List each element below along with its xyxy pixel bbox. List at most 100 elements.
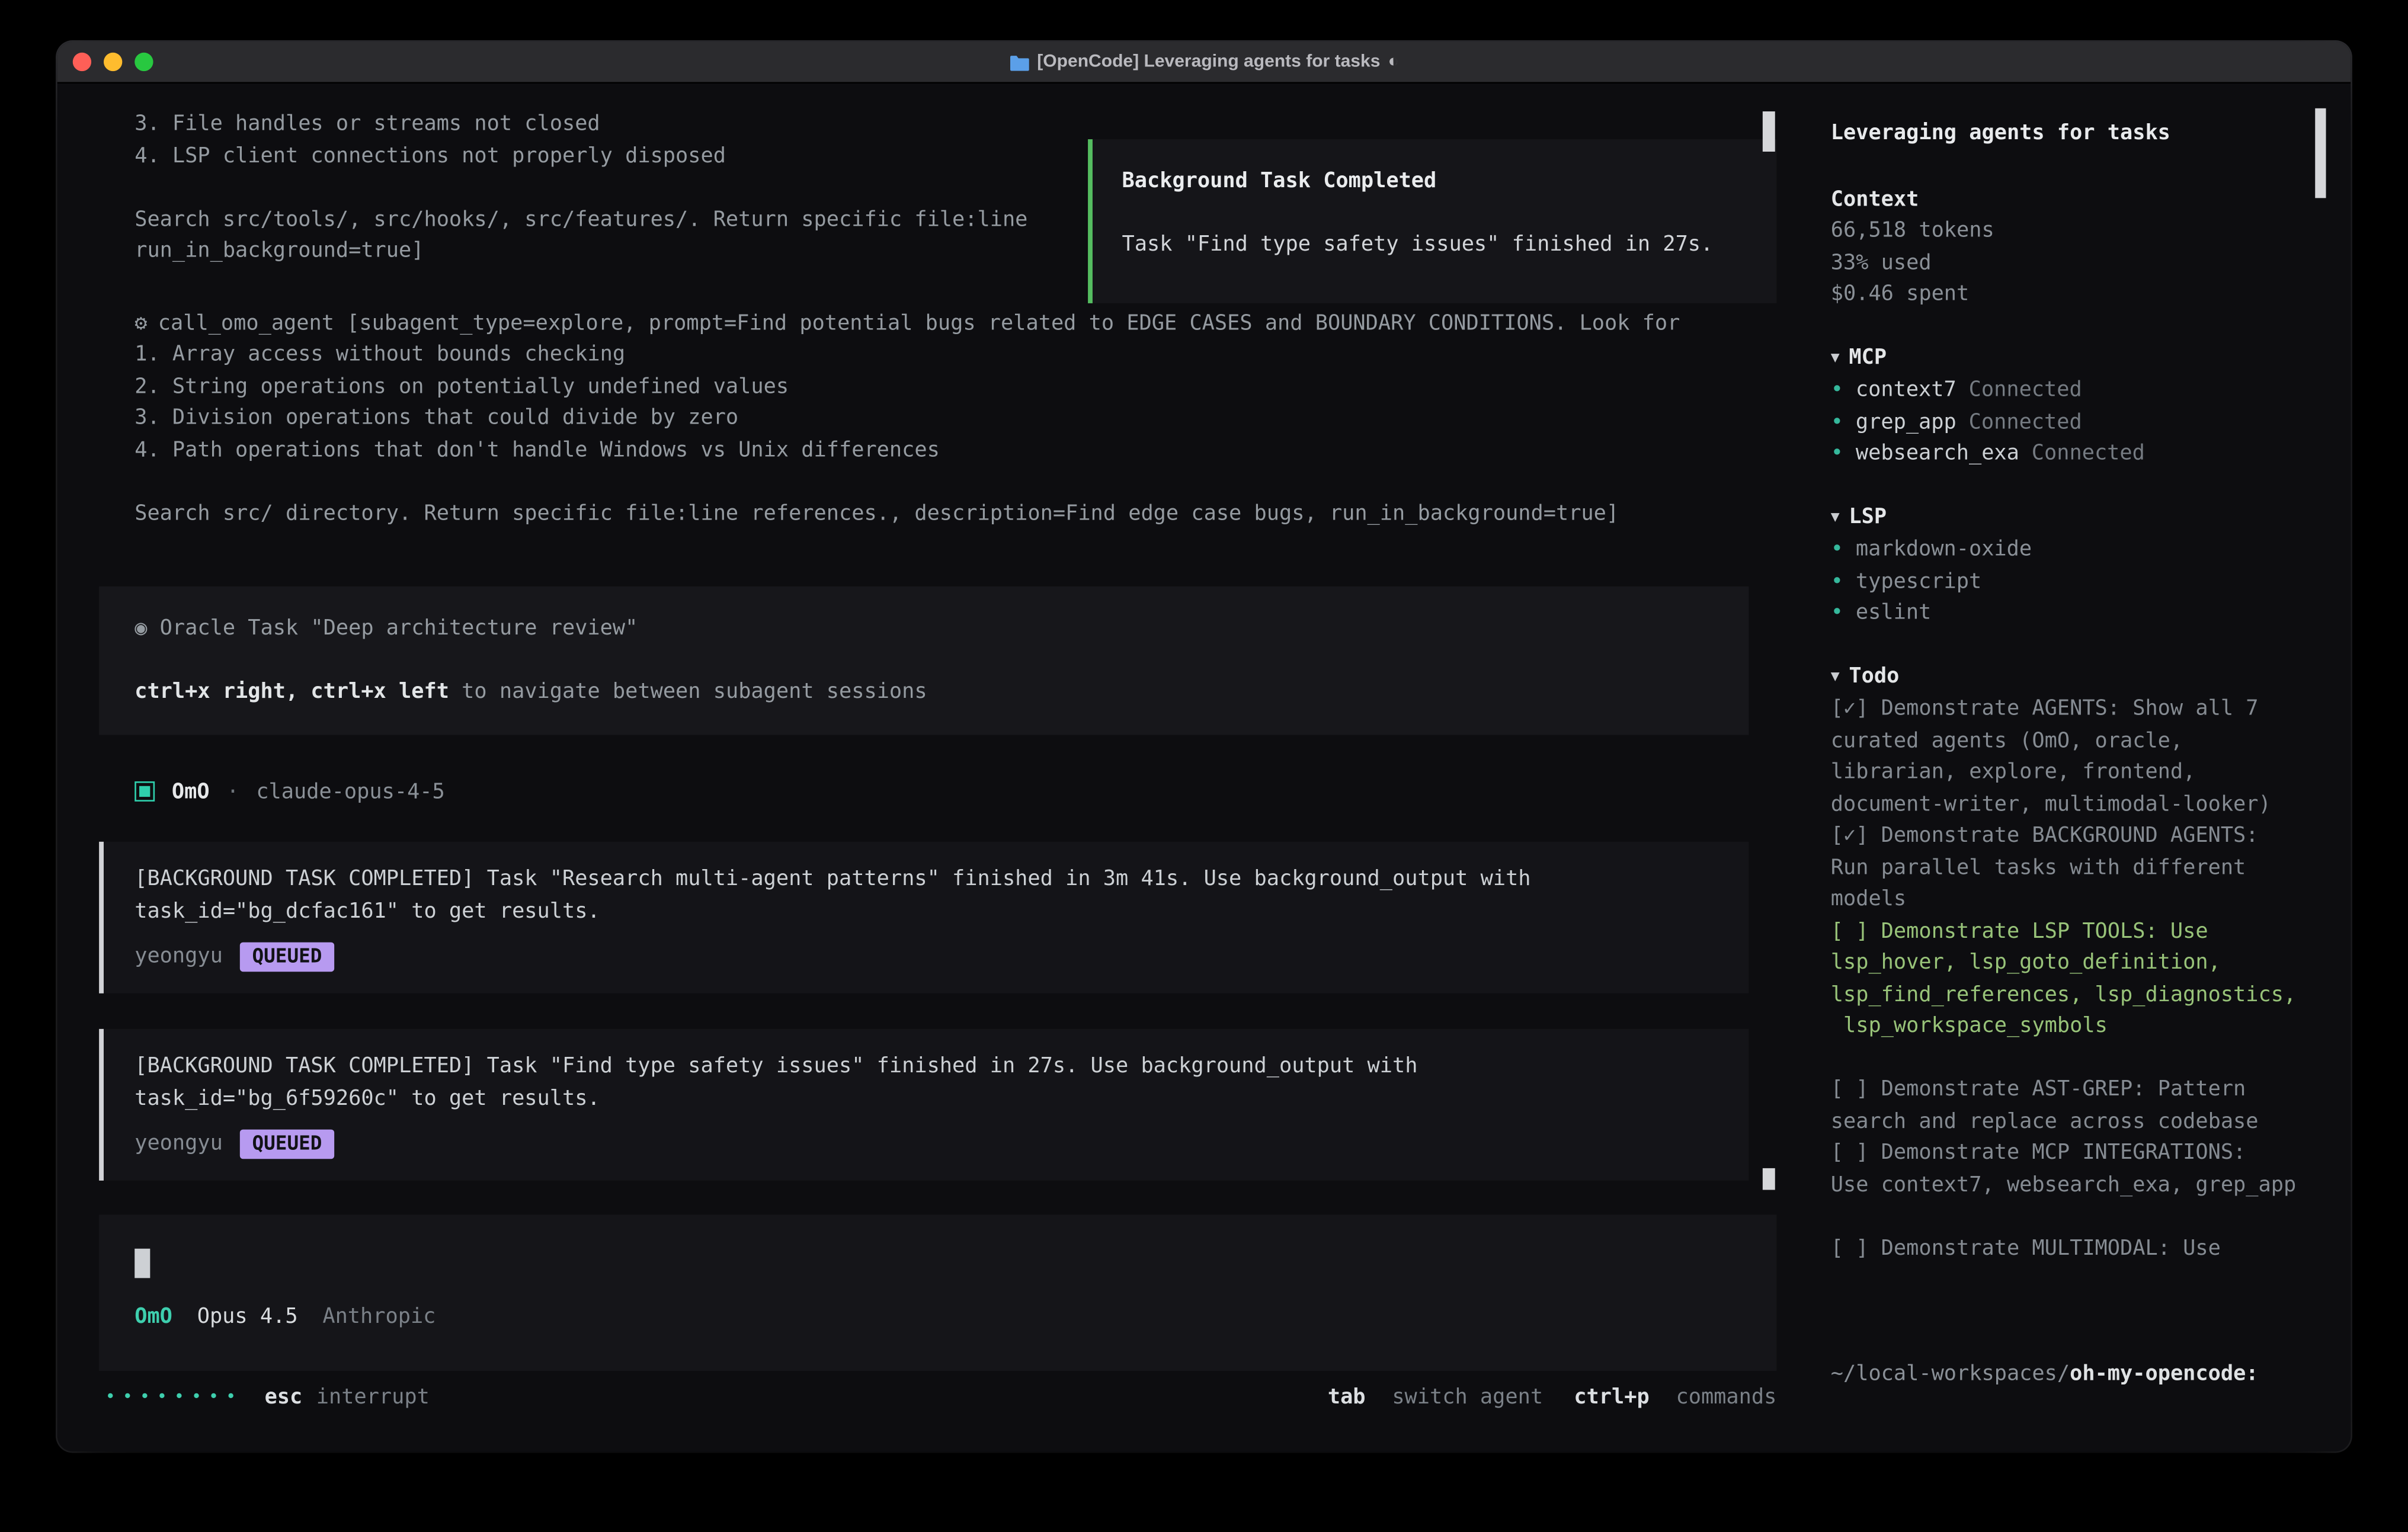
window-title: [OpenCode] Leveraging agents for tasks ◐ (57, 46, 2351, 78)
window-content: 3. File handles or streams not closed 4.… (57, 84, 2351, 1451)
mcp-item: • websearch_exaConnected (1831, 438, 2307, 470)
active-model-label: Opus 4.5 (197, 1302, 298, 1334)
session-sidebar: Leveraging agents for tasks Context 66,5… (1808, 84, 2351, 1451)
agent-checkbox-icon (135, 782, 155, 802)
message-meta: yeongyu QUEUED (135, 1126, 1718, 1160)
chat-scrollbar-thumb-lower[interactable] (1763, 1168, 1775, 1190)
tool-call-line: 2. String operations on potentially unde… (96, 371, 1776, 403)
todo-section: ▼ Todo [✓] Demonstrate AGENTS: Show all 7… (1831, 660, 2307, 1264)
bullet-icon: • (1831, 374, 1843, 406)
scrollback-line: 3. File handles or streams not closed (96, 108, 1776, 140)
hint-text: to navigate between subagent sessions (449, 680, 927, 704)
tab-key-hint: tab (1328, 1385, 1366, 1410)
mcp-item: • context7Connected (1831, 374, 2307, 406)
blank-line (99, 645, 1749, 677)
todo-item-active: [ ] Demonstrate LSP TOOLS: Use lsp_hover… (1831, 915, 2307, 1042)
mcp-item: • grep_appConnected (1831, 406, 2307, 438)
session-title: Leveraging agents for tasks (1831, 117, 2307, 149)
window-titlebar[interactable]: [OpenCode] Leveraging agents for tasks ◐ (57, 42, 2351, 84)
bullet-icon: • (1831, 566, 1843, 598)
keyboard-hints: tab switch agent ctrl+p commands (1328, 1382, 1777, 1414)
mcp-item-text: websearch_exaConnected (1856, 438, 2145, 470)
lsp-heading: ▼ LSP (1831, 501, 2307, 534)
lsp-name: typescript (1856, 566, 1981, 598)
tab-hint: tab switch agent (1328, 1382, 1543, 1414)
lsp-item: • typescript (1831, 566, 2307, 598)
collapse-icon: ▼ (1831, 508, 1840, 525)
lsp-name: eslint (1856, 597, 1931, 629)
status-badge: QUEUED (240, 941, 335, 971)
context-heading: Context (1831, 183, 2307, 215)
window-controls (73, 53, 153, 71)
folder-icon (1009, 53, 1029, 70)
collapse-icon: ▼ (1831, 668, 1840, 685)
prompt-input[interactable]: OmO Opus 4.5 Anthropic (99, 1214, 1776, 1371)
todo-item-pending: [ ] Demonstrate MULTIMODAL: Use (1831, 1232, 2307, 1264)
fullscreen-button[interactable] (135, 53, 153, 71)
tool-call-line: 4. Path operations that don't handle Win… (96, 434, 1776, 466)
hint-keys: ctrl+x right, ctrl+x left (135, 680, 449, 704)
todo-item-done: [✓] Demonstrate BACKGROUND AGENTS: Run p… (1831, 820, 2307, 915)
todo-item-pending: [ ] Demonstrate MCP INTEGRATIONS: Use co… (1831, 1137, 2307, 1201)
bullet-icon: • (1831, 534, 1843, 566)
terminal-window: [OpenCode] Leveraging agents for tasks ◐… (57, 42, 2351, 1451)
workspace-path: ~/local-workspaces/oh-my-opencode: maste… (1831, 1295, 2307, 1451)
spinner-dots-icon: •••••••• (105, 1382, 243, 1414)
close-button[interactable] (73, 53, 91, 71)
tool-call-line: Search src/ directory. Return specific f… (96, 498, 1776, 530)
gear-icon: ⚙ (135, 310, 147, 335)
agent-model: claude-opus-4-5 (256, 776, 444, 808)
context-section: Context 66,518 tokens 33% used $0.46 spe… (1831, 183, 2307, 310)
screen: [OpenCode] Leveraging agents for tasks ◐… (0, 0, 2408, 1532)
sidebar-scrollbar-thumb[interactable] (2315, 108, 2326, 198)
input-footer: OmO Opus 4.5 Anthropic (135, 1302, 1739, 1334)
mcp-item-text: grep_appConnected (1856, 406, 2082, 438)
mcp-heading: ▼ MCP (1831, 341, 2307, 374)
message-user: yeongyu (135, 1127, 223, 1159)
esc-hint-label: interrupt (316, 1382, 430, 1414)
todo-heading-label: Todo (1849, 663, 1899, 688)
message-user: yeongyu (135, 940, 223, 972)
bullet-icon: • (1831, 406, 1843, 438)
navigation-hint: ctrl+x right, ctrl+x left to navigate be… (99, 676, 1749, 708)
todo-heading: ▼ Todo (1831, 660, 2307, 693)
background-task-message: [BACKGROUND TASK COMPLETED] Task "Find t… (99, 1029, 1749, 1181)
lsp-name: markdown-oxide (1856, 534, 2032, 566)
status-badge: QUEUED (240, 1129, 335, 1158)
tool-call-header: ⚙call_omo_agent [subagent_type=explore, … (96, 307, 1776, 339)
active-agent-label: OmO (135, 1302, 172, 1334)
collapse-icon: ▼ (1831, 349, 1840, 366)
chat-scrollbar-thumb[interactable] (1763, 111, 1775, 152)
message-text: [BACKGROUND TASK COMPLETED] Task "Resear… (135, 863, 1628, 927)
bullet-icon: • (1831, 597, 1843, 629)
mcp-heading-label: MCP (1849, 344, 1887, 369)
oracle-task-title: ◉ Oracle Task "Deep architecture review" (99, 613, 1749, 645)
message-text: [BACKGROUND TASK COMPLETED] Task "Find t… (135, 1050, 1628, 1114)
mcp-item-text: context7Connected (1856, 374, 2082, 406)
lsp-item: • markdown-oxide (1831, 534, 2307, 566)
repo-name: oh-my-opencode: (2070, 1361, 2258, 1386)
agent-name: OmO (172, 776, 210, 808)
lsp-section: ▼ LSP • markdown-oxide • typescript • eslint (1831, 501, 2307, 629)
esc-key-hint: esc (265, 1382, 303, 1414)
tool-call-line: 3. Division operations that could divide… (96, 402, 1776, 434)
blank-line (96, 466, 1776, 498)
chat-pane: 3. File handles or streams not closed 4.… (96, 84, 1776, 1451)
context-tokens: 66,518 tokens (1831, 215, 2307, 247)
text-cursor (135, 1249, 150, 1278)
ctrlp-key-hint: ctrl+p (1574, 1385, 1649, 1410)
window-title-text: [OpenCode] Leveraging agents for tasks (1037, 46, 1380, 78)
todo-item-done: [✓] Demonstrate AGENTS: Show all 7 curat… (1831, 693, 2307, 820)
minimize-button[interactable] (104, 53, 122, 71)
workspace-path-line: ~/local-workspaces/oh-my-opencode: (1831, 1358, 2307, 1390)
bullet-icon: • (1831, 438, 1843, 470)
oracle-task-panel: ◉ Oracle Task "Deep architecture review"… (99, 586, 1749, 734)
message-meta: yeongyu QUEUED (135, 939, 1718, 973)
mcp-status: Connected (1969, 377, 2082, 402)
commands-hint-label: commands (1676, 1385, 1776, 1410)
commands-hint: ctrl+p commands (1574, 1382, 1776, 1414)
mcp-name: grep_app (1856, 409, 1956, 434)
notification-title: Background Task Completed (1122, 165, 1746, 197)
tool-call-block: ⚙call_omo_agent [subagent_type=explore, … (96, 307, 1776, 529)
lsp-heading-label: LSP (1849, 504, 1887, 528)
